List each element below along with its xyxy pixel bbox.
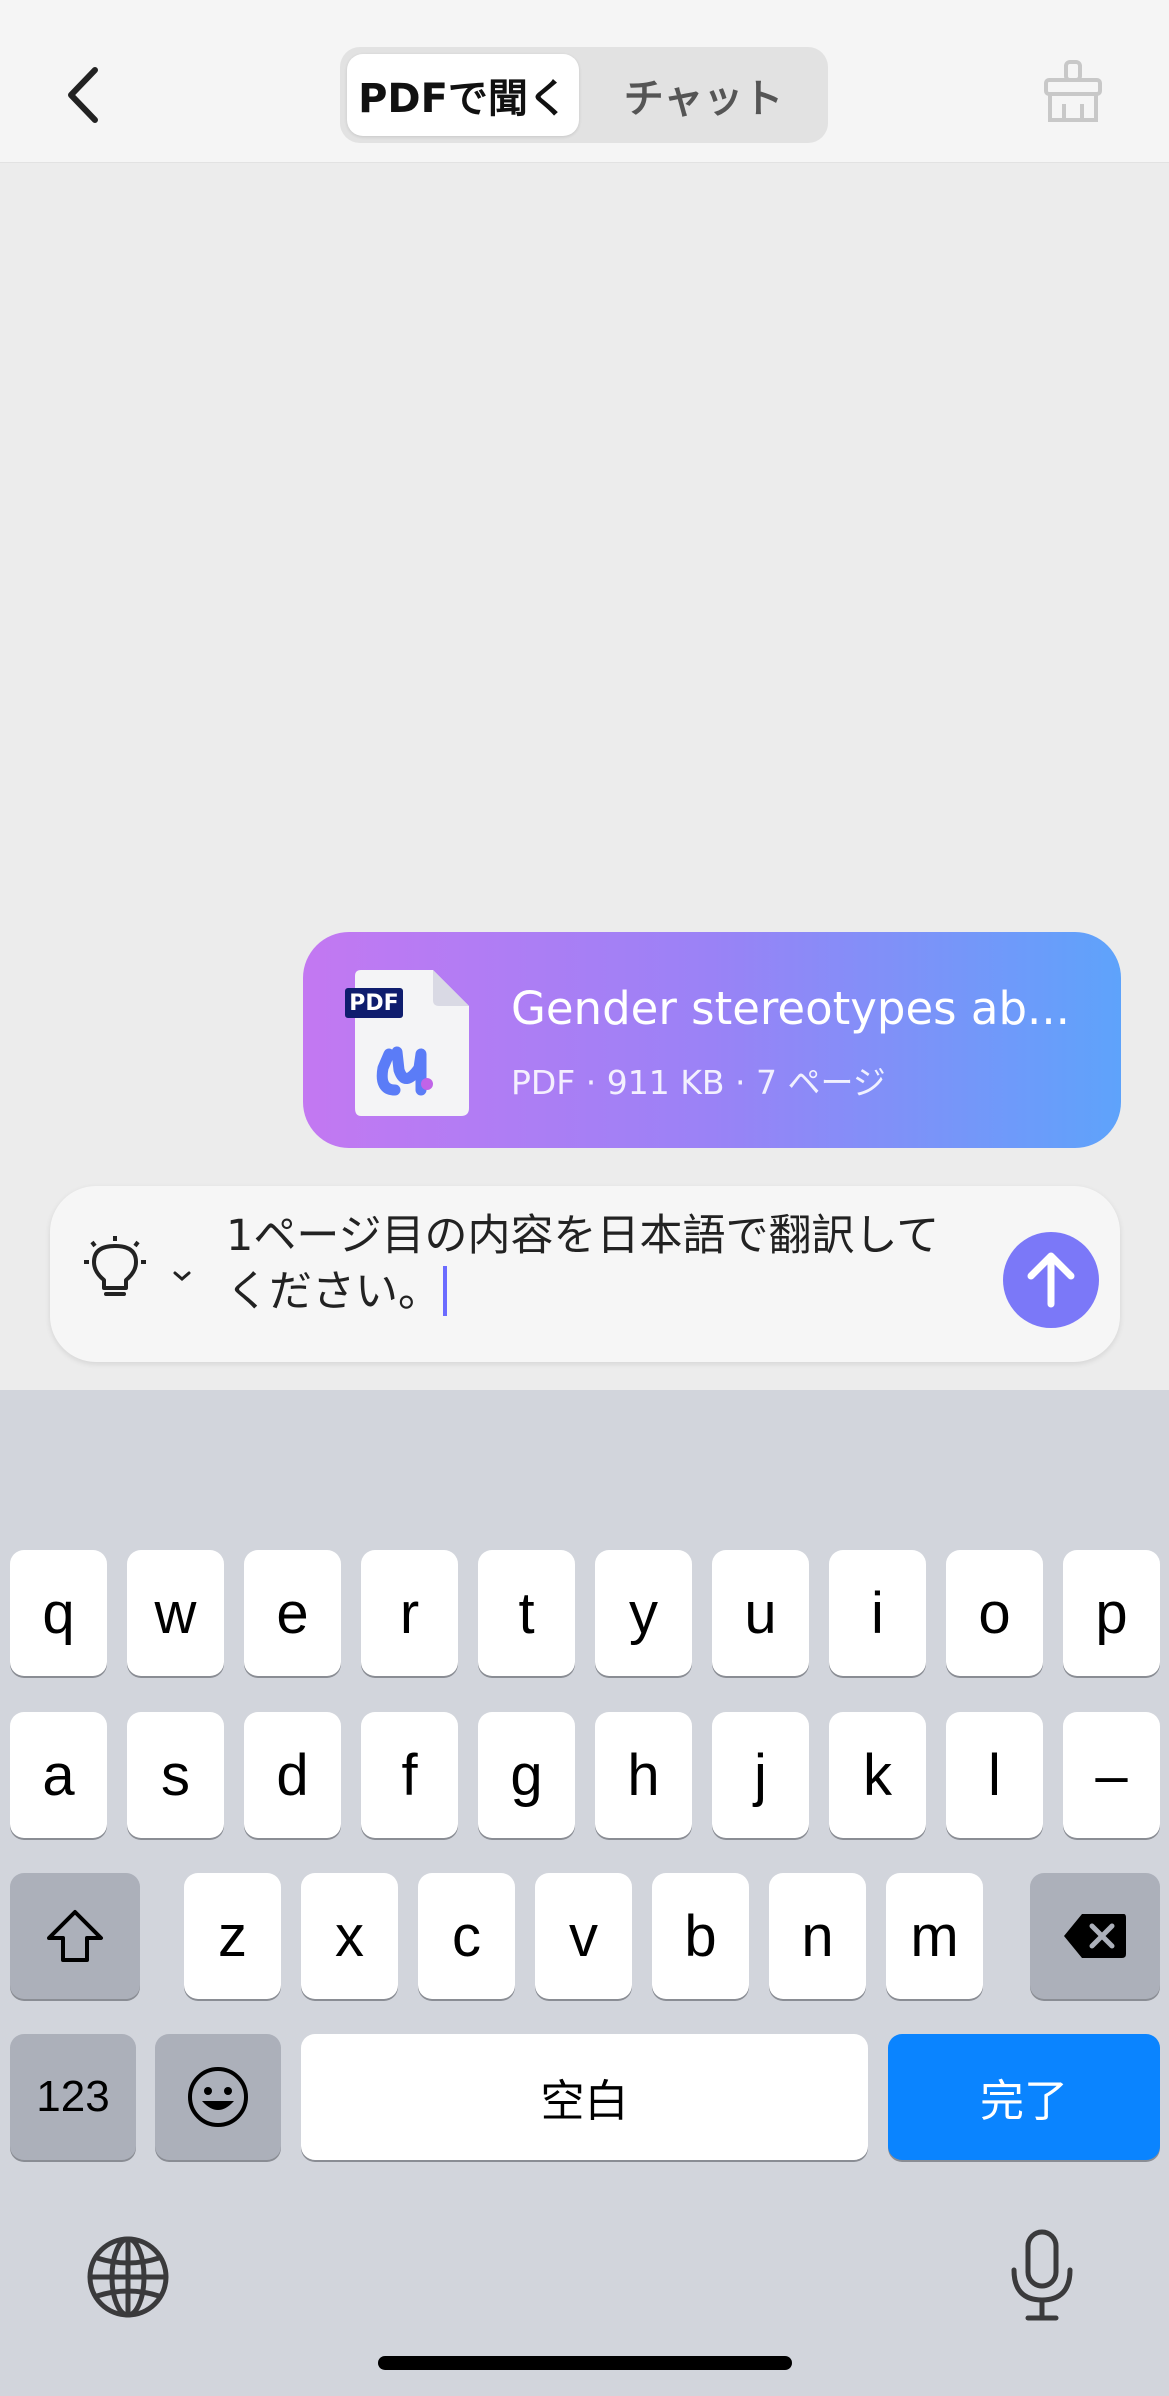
key-l[interactable]: l (946, 1712, 1043, 1838)
software-keyboard: qwertyuiop a s d f g h j k l – zxcvbnm 123 空白 完了 (0, 1390, 1169, 2396)
key-n[interactable]: n (769, 1873, 866, 1999)
key-dash[interactable]: – (1063, 1712, 1160, 1838)
chevron-down-icon[interactable] (172, 1270, 192, 1282)
tab-chat[interactable]: チャット (586, 54, 821, 136)
key-a[interactable]: a (10, 1712, 107, 1838)
key-y[interactable]: y (595, 1550, 692, 1676)
key-k[interactable]: k (829, 1712, 926, 1838)
key-m[interactable]: m (886, 1873, 983, 1999)
key-u[interactable]: u (712, 1550, 809, 1676)
send-button[interactable] (1003, 1232, 1099, 1328)
key-c[interactable]: c (418, 1873, 515, 1999)
shift-key[interactable] (10, 1873, 140, 1999)
key-f[interactable]: f (361, 1712, 458, 1838)
backspace-icon (1064, 1914, 1126, 1958)
message-input[interactable]: 1ページ目の内容を日本語で翻訳して ください。 (226, 1208, 1026, 1320)
key-v[interactable]: v (535, 1873, 632, 1999)
key-p[interactable]: p (1063, 1550, 1160, 1676)
pdf-file-message[interactable]: PDF Gender stereotypes ab... PDF · 911 K… (303, 932, 1121, 1148)
key-t[interactable]: t (478, 1550, 575, 1676)
message-composer: 1ページ目の内容を日本語で翻訳して ください。 (50, 1186, 1120, 1362)
broom-icon (1044, 60, 1102, 122)
home-indicator (378, 2356, 792, 2370)
key-x[interactable]: x (301, 1873, 398, 1999)
microphone-icon[interactable] (1006, 2228, 1078, 2324)
arrow-up-icon (1027, 1252, 1075, 1308)
text-cursor (443, 1266, 447, 1316)
shift-icon (47, 1910, 103, 1962)
backspace-key[interactable] (1030, 1873, 1160, 1999)
top-bar: PDFで聞く チャット (0, 0, 1169, 163)
clear-chat-button[interactable] (1040, 58, 1106, 126)
key-b[interactable]: b (652, 1873, 749, 1999)
numbers-key[interactable]: 123 (10, 2034, 136, 2160)
key-o[interactable]: o (946, 1550, 1043, 1676)
emoji-key[interactable] (155, 2034, 281, 2160)
done-key[interactable]: 完了 (888, 2034, 1160, 2160)
pdf-badge: PDF (345, 988, 403, 1018)
message-input-text: 1ページ目の内容を日本語で翻訳して ください。 (226, 1211, 940, 1317)
key-d[interactable]: d (244, 1712, 341, 1838)
chevron-left-icon (68, 67, 98, 123)
tab-ask-pdf[interactable]: PDFで聞く (347, 54, 579, 136)
file-name: Gender stereotypes ab... (511, 982, 1070, 1035)
key-i[interactable]: i (829, 1550, 926, 1676)
key-w[interactable]: w (127, 1550, 224, 1676)
key-e[interactable]: e (244, 1550, 341, 1676)
space-key[interactable]: 空白 (301, 2034, 868, 2160)
key-s[interactable]: s (127, 1712, 224, 1838)
key-h[interactable]: h (595, 1712, 692, 1838)
key-q[interactable]: q (10, 1550, 107, 1676)
file-meta: PDF · 911 KB · 7 ページ (511, 1063, 886, 1102)
back-button[interactable] (55, 60, 115, 130)
globe-icon[interactable] (85, 2234, 171, 2320)
key-z[interactable]: z (184, 1873, 281, 1999)
lightbulb-icon[interactable] (80, 1236, 150, 1306)
key-j[interactable]: j (712, 1712, 809, 1838)
mode-segmented-control: PDFで聞く チャット (340, 47, 828, 143)
key-r[interactable]: r (361, 1550, 458, 1676)
key-g[interactable]: g (478, 1712, 575, 1838)
emoji-icon (188, 2067, 248, 2127)
